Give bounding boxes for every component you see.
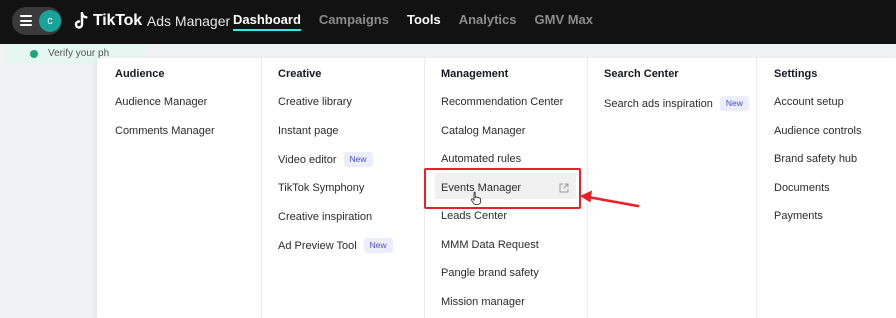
highlight-box xyxy=(424,168,581,209)
hand-cursor-icon xyxy=(470,191,481,205)
video-editor-label: Video editor xyxy=(278,153,337,166)
menu-item-instant-page[interactable]: Instant page xyxy=(278,125,339,137)
heading-management: Management xyxy=(441,68,509,80)
tiktok-ads-manager-logo[interactable]: TikTok Ads Manager xyxy=(73,10,230,32)
menu-item-account-setup[interactable]: Account setup xyxy=(774,96,844,108)
nav-analytics[interactable]: Analytics xyxy=(459,0,517,44)
column-divider xyxy=(261,58,262,318)
ad-preview-tool-label: Ad Preview Tool xyxy=(278,239,357,252)
menu-item-payments[interactable]: Payments xyxy=(774,210,823,222)
menu-item-ad-preview-tool[interactable]: Ad Preview Tool New xyxy=(278,238,393,253)
menu-item-documents[interactable]: Documents xyxy=(774,182,830,194)
logo-brand-text: TikTok xyxy=(93,12,142,29)
avatar[interactable]: c xyxy=(39,10,61,32)
search-ads-inspiration-label: Search ads inspiration xyxy=(604,97,713,110)
heading-settings: Settings xyxy=(774,68,818,80)
menu-item-leads-center[interactable]: Leads Center xyxy=(441,210,507,222)
menu-item-mmm-data-request[interactable]: MMM Data Request xyxy=(441,239,539,251)
heading-search-center: Search Center xyxy=(604,68,679,80)
info-icon xyxy=(30,50,38,58)
account-menu-button[interactable]: c xyxy=(12,7,62,35)
menu-item-recommendation-center[interactable]: Recommendation Center xyxy=(441,96,563,108)
menu-item-creative-inspiration[interactable]: Creative inspiration xyxy=(278,211,372,223)
top-navigation-bar: c TikTok Ads Manager Dashboard Campaigns… xyxy=(0,0,896,44)
menu-item-tiktok-symphony[interactable]: TikTok Symphony xyxy=(278,182,364,194)
menu-item-audience-manager[interactable]: Audience Manager xyxy=(115,96,207,108)
nav-gmv-max[interactable]: GMV Max xyxy=(535,0,594,44)
new-badge: New xyxy=(719,96,749,111)
menu-item-automated-rules[interactable]: Automated rules xyxy=(441,153,521,165)
nav-dashboard[interactable]: Dashboard xyxy=(233,0,301,31)
logo-product-text: Ads Manager xyxy=(146,13,231,29)
menu-item-audience-controls[interactable]: Audience controls xyxy=(774,125,861,137)
column-divider xyxy=(756,58,757,318)
menu-item-comments-manager[interactable]: Comments Manager xyxy=(115,125,215,137)
menu-item-video-editor[interactable]: Video editor New xyxy=(278,152,373,167)
heading-creative: Creative xyxy=(278,68,322,80)
main-nav: Dashboard Campaigns Tools Analytics GMV … xyxy=(233,0,611,44)
menu-item-brand-safety-hub[interactable]: Brand safety hub xyxy=(774,153,857,165)
nav-campaigns[interactable]: Campaigns xyxy=(319,0,389,44)
hamburger-icon[interactable] xyxy=(20,15,32,26)
menu-item-creative-library[interactable]: Creative library xyxy=(278,96,352,108)
new-badge: New xyxy=(343,152,373,167)
tiktok-logo-icon xyxy=(74,12,88,29)
menu-item-mission-manager[interactable]: Mission manager xyxy=(441,296,525,308)
nav-tools[interactable]: Tools xyxy=(407,0,441,44)
menu-item-pangle-brand-safety[interactable]: Pangle brand safety xyxy=(441,267,539,279)
red-pointer-arrow-icon xyxy=(580,190,640,208)
menu-item-catalog-manager[interactable]: Catalog Manager xyxy=(441,125,525,137)
new-badge: New xyxy=(363,238,393,253)
menu-item-search-ads-inspiration[interactable]: Search ads inspiration New xyxy=(604,96,749,111)
heading-audience: Audience xyxy=(115,68,165,80)
